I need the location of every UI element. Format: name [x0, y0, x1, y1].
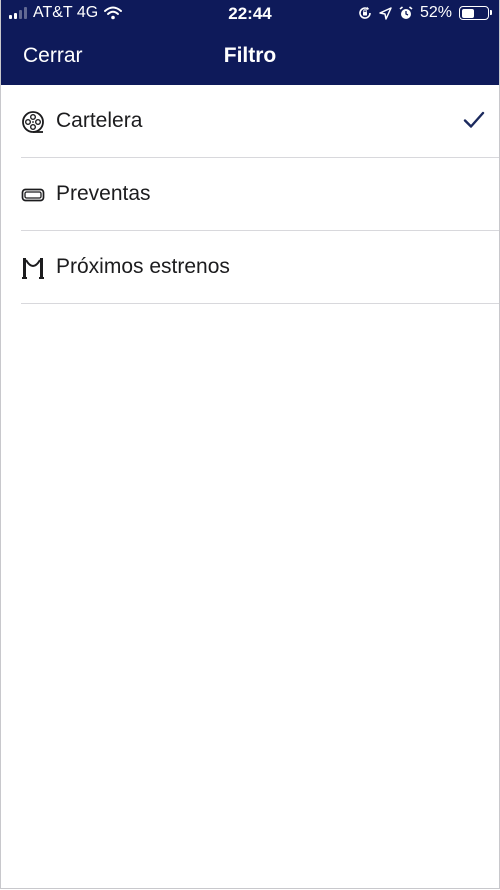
location-icon	[379, 6, 392, 20]
header: AT&T 4G 22:44 52% Cerrar Filtro	[1, 0, 499, 85]
checkmark-icon	[463, 109, 485, 131]
ticket-icon	[21, 183, 45, 207]
filter-list: Cartelera Preventas Próximos estrenos	[1, 85, 499, 304]
status-right: 52%	[358, 4, 492, 22]
orientation-lock-icon	[358, 6, 372, 20]
row-divider	[21, 303, 499, 304]
status-bar: AT&T 4G 22:44 52%	[1, 0, 499, 28]
filter-item-proximos-estrenos[interactable]: Próximos estrenos	[1, 231, 499, 304]
battery-percent: 52%	[419, 4, 452, 21]
page-title: Filtro	[223, 44, 277, 67]
filter-item-cartelera[interactable]: Cartelera	[1, 85, 499, 158]
filter-label: Cartelera	[56, 109, 143, 132]
film-reel-icon	[21, 110, 45, 134]
filter-screen: AT&T 4G 22:44 52% Cerrar Filtro Carteler…	[0, 0, 500, 889]
battery-icon	[459, 6, 492, 20]
filter-label: Preventas	[56, 182, 151, 205]
stanchion-icon	[21, 256, 45, 280]
battery-fill	[461, 8, 474, 18]
alarm-icon	[399, 6, 413, 20]
filter-label: Próximos estrenos	[56, 255, 230, 278]
filter-item-preventas[interactable]: Preventas	[1, 158, 499, 231]
nav-bar: Cerrar Filtro	[1, 28, 499, 85]
